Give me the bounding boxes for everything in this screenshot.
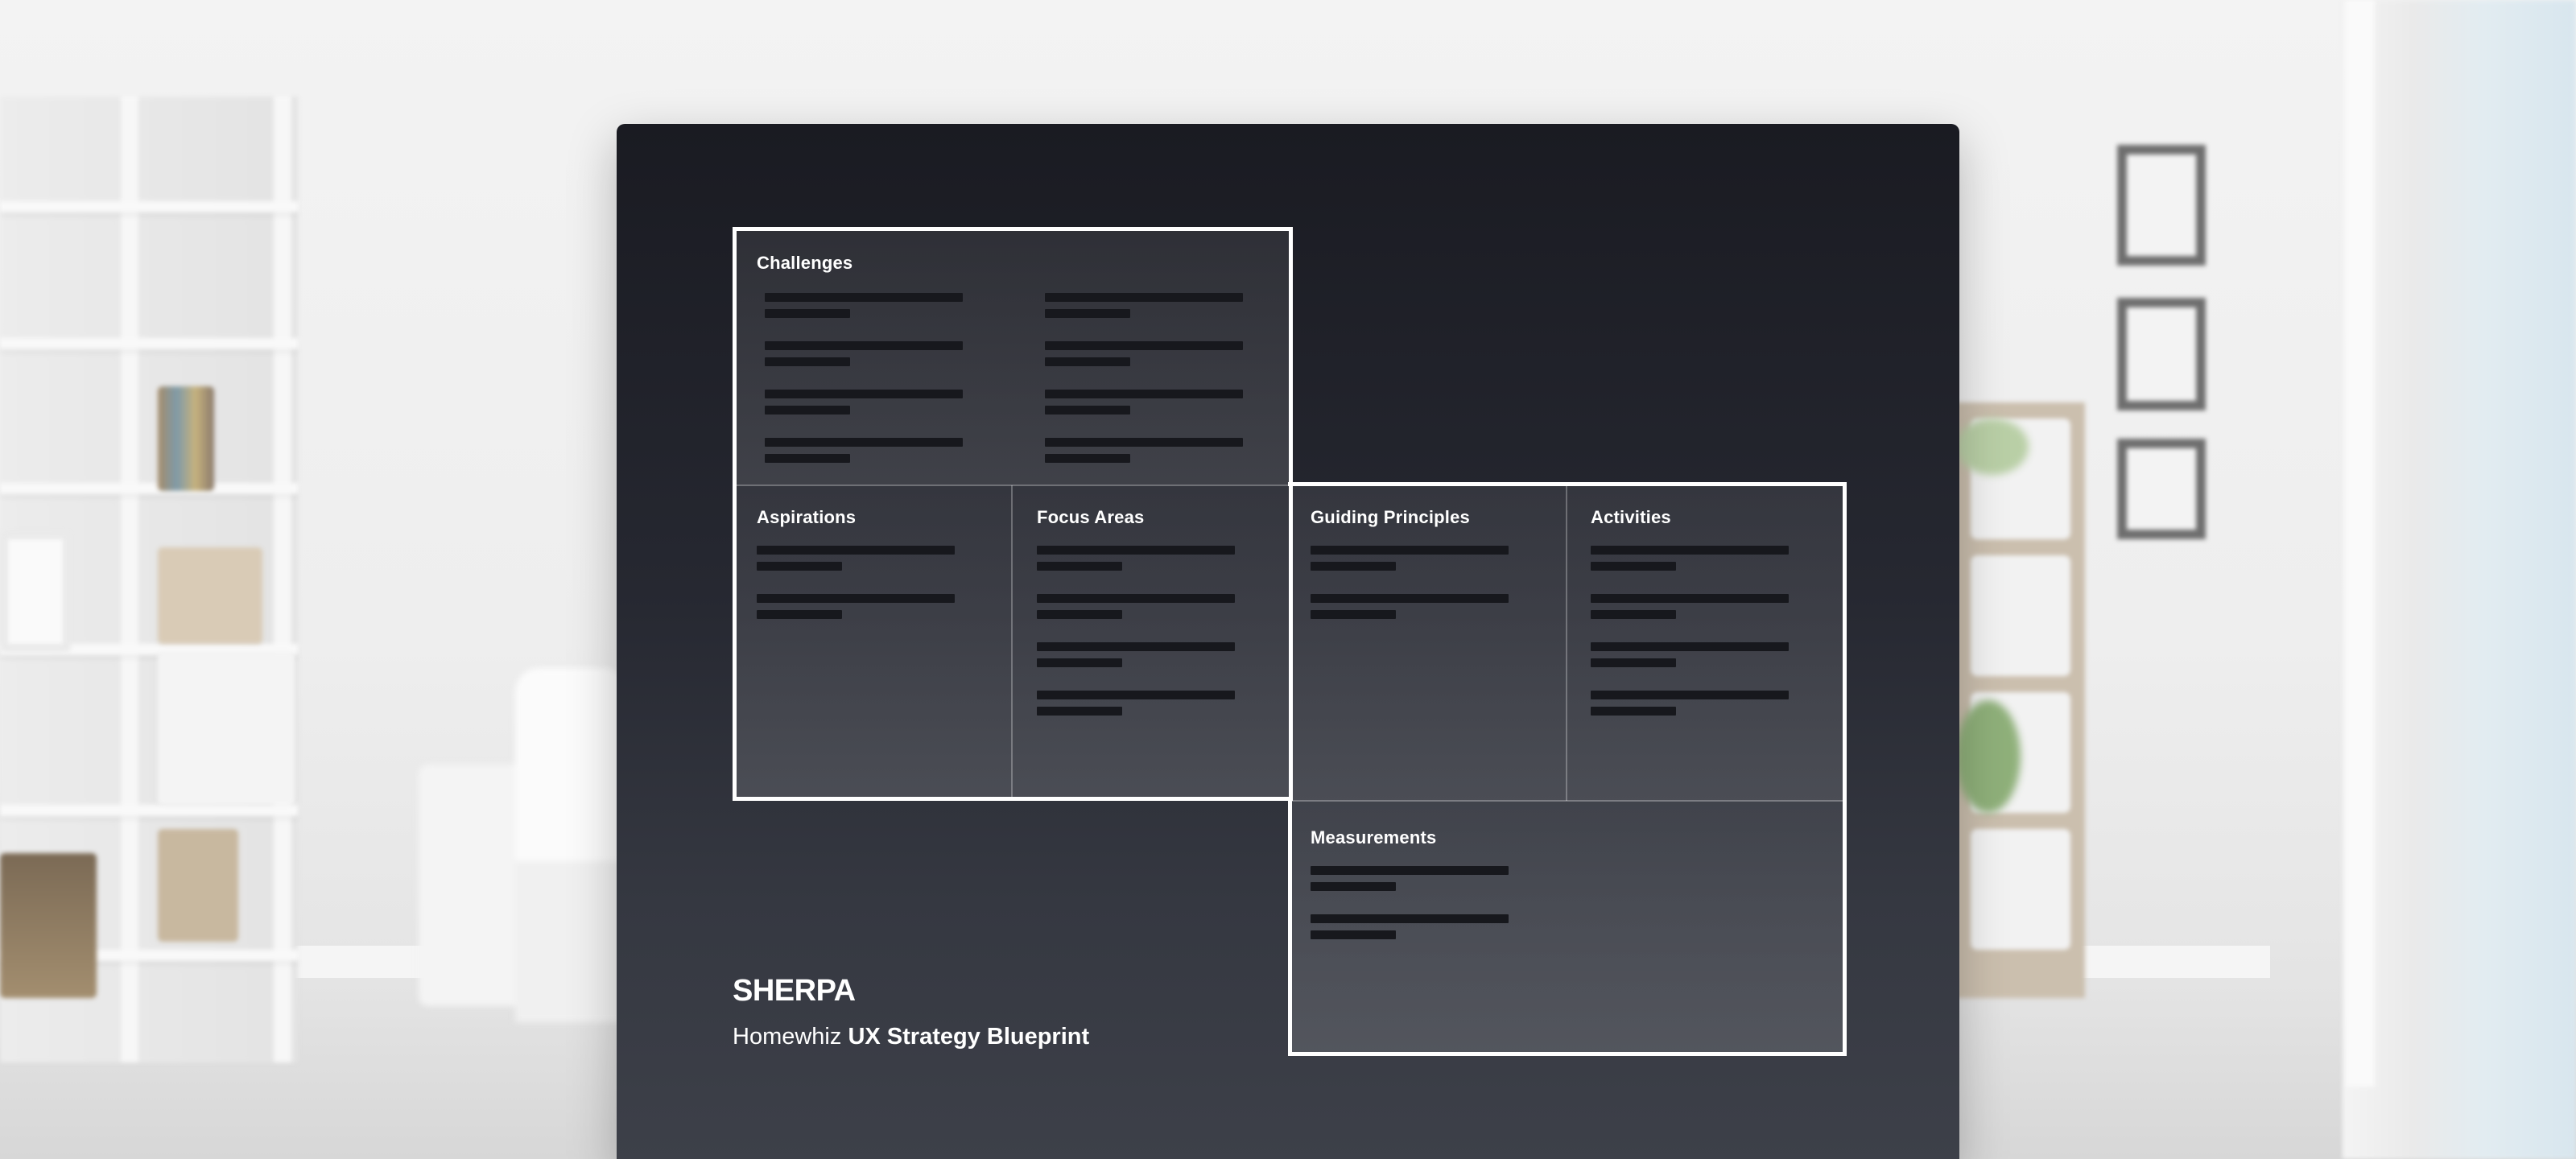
white-boxes: [158, 652, 295, 805]
text-placeholder: [1311, 866, 1509, 875]
baskets: [158, 547, 262, 644]
text-placeholder: [1591, 707, 1676, 716]
text-placeholder: [1037, 691, 1235, 699]
text-placeholder: [1045, 438, 1243, 447]
text-placeholder: [1045, 341, 1243, 350]
text-placeholder: [757, 610, 842, 619]
text-placeholder: [1591, 642, 1789, 651]
text-placeholder: [1591, 610, 1676, 619]
text-placeholder: [1591, 594, 1789, 603]
plant-top: [1956, 419, 2029, 475]
text-placeholder: [757, 546, 955, 555]
armchair: [419, 668, 628, 1022]
text-placeholder: [1311, 594, 1509, 603]
text-placeholder: [1037, 562, 1122, 571]
guiding-principles-title: Guiding Principles: [1311, 507, 1470, 527]
text-placeholder: [1045, 309, 1130, 318]
books: [158, 386, 214, 491]
document-title: UX Strategy Blueprint: [848, 1024, 1090, 1050]
divider: [1566, 485, 1567, 801]
text-placeholder: [1037, 658, 1122, 667]
divider: [1290, 800, 1843, 802]
text-placeholder: [1037, 610, 1122, 619]
text-placeholder: [765, 454, 850, 463]
cube-shelf: [1956, 402, 2085, 998]
picture-frame: [0, 531, 71, 652]
text-placeholder: [1037, 642, 1235, 651]
text-placeholder: [1037, 707, 1122, 716]
basket-low: [158, 829, 238, 942]
text-placeholder: [757, 562, 842, 571]
text-placeholder: [1311, 882, 1396, 891]
text-placeholder: [765, 293, 963, 302]
text-placeholder: [757, 594, 955, 603]
chest: [0, 853, 97, 998]
blueprint-title: Homewhiz UX Strategy Blueprint: [733, 1024, 1089, 1050]
text-placeholder: [765, 438, 963, 447]
measurements-title: Measurements: [1311, 827, 1437, 848]
sherpa-logo: SHERPA: [733, 974, 856, 1008]
text-placeholder: [765, 406, 850, 415]
text-placeholder: [1591, 658, 1676, 667]
text-placeholder: [1311, 562, 1396, 571]
text-placeholder: [1311, 930, 1396, 939]
text-placeholder: [1045, 454, 1130, 463]
divider: [1011, 485, 1013, 801]
text-placeholder: [765, 309, 850, 318]
activities-title: Activities: [1591, 507, 1671, 527]
strategy-canvas: Challenges Aspirations Focus Areas Guidi…: [733, 227, 1847, 1056]
text-placeholder: [765, 357, 850, 366]
plant-vase: [1956, 700, 2021, 813]
text-placeholder: [1037, 546, 1235, 555]
project-name: Homewhiz: [733, 1024, 842, 1050]
text-placeholder: [1045, 357, 1130, 366]
text-placeholder: [1045, 406, 1130, 415]
text-placeholder: [1311, 914, 1509, 923]
text-placeholder: [1591, 546, 1789, 555]
text-placeholder: [1045, 293, 1243, 302]
text-placeholder: [765, 341, 963, 350]
text-placeholder: [1311, 610, 1396, 619]
text-placeholder: [1311, 546, 1509, 555]
text-placeholder: [1037, 594, 1235, 603]
text-placeholder: [765, 390, 963, 398]
text-placeholder: [1045, 390, 1243, 398]
text-placeholder: [1591, 562, 1676, 571]
challenges-title: Challenges: [757, 253, 853, 273]
aspirations-title: Aspirations: [757, 507, 857, 527]
focus-areas-title: Focus Areas: [1037, 507, 1145, 527]
text-placeholder: [1591, 691, 1789, 699]
